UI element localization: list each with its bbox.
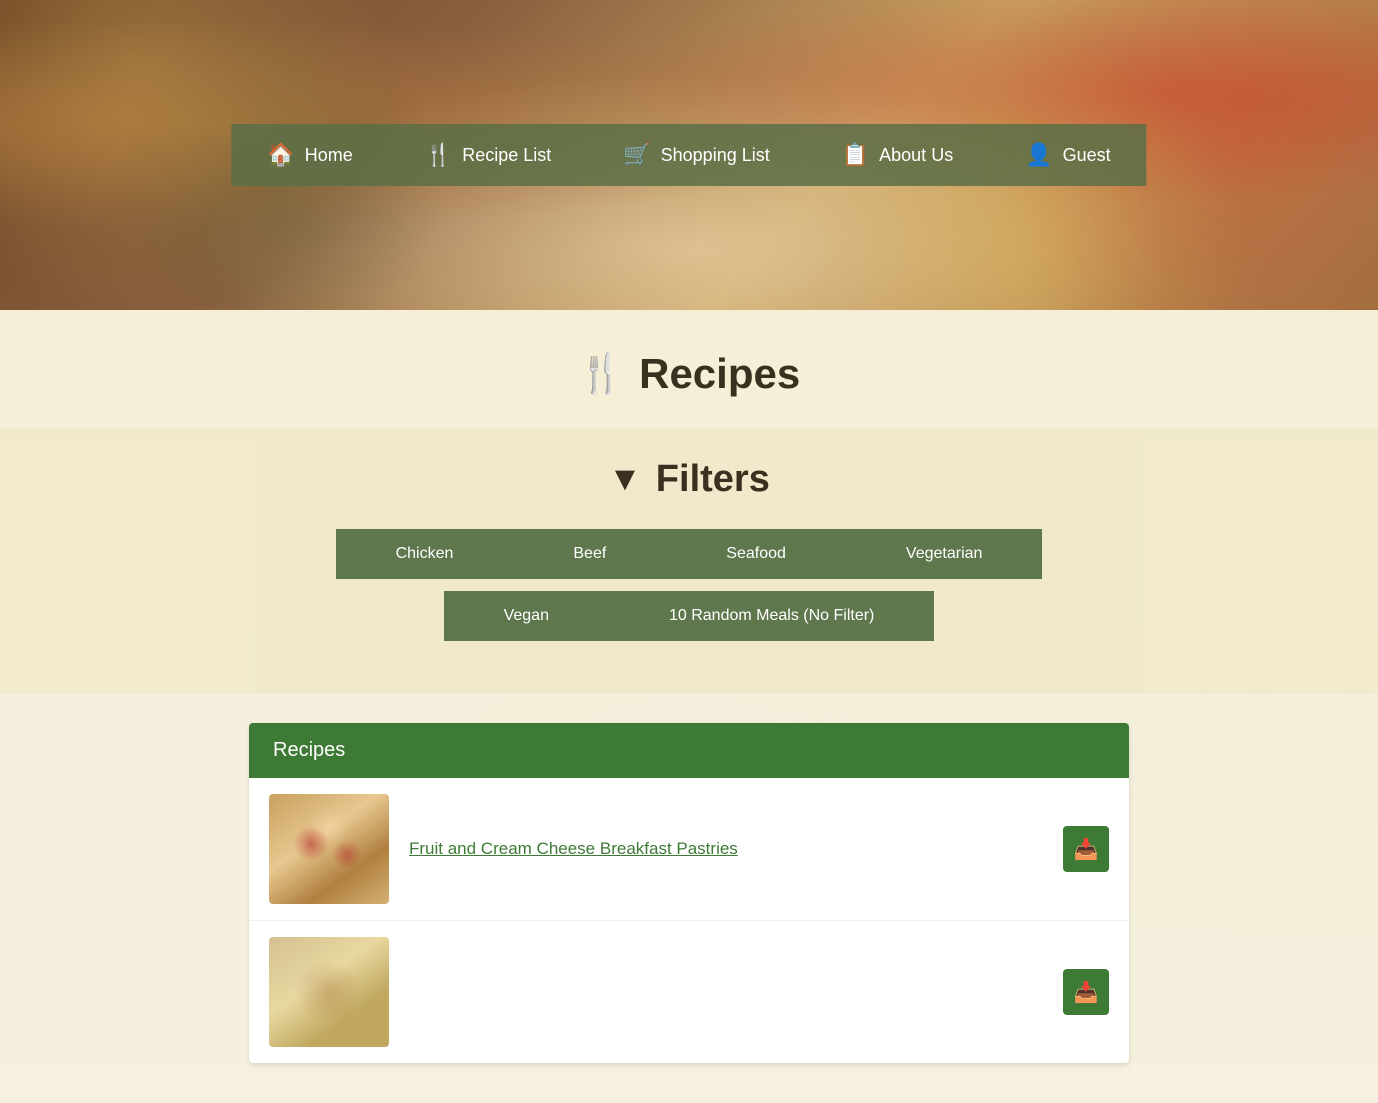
filters-heading-text: Filters	[656, 458, 770, 501]
about-icon: 📋	[842, 142, 869, 168]
filter-icon: ▼	[608, 460, 642, 499]
filter-beef[interactable]: Beef	[513, 529, 666, 579]
nav-about-us[interactable]: 📋 About Us	[806, 124, 989, 186]
nav-guest[interactable]: 👤 Guest	[989, 124, 1146, 186]
filter-chicken[interactable]: Chicken	[336, 529, 514, 579]
recipes-heading-text: Recipes	[639, 350, 800, 398]
recipes-main-heading: 🍴 Recipes	[20, 350, 1358, 398]
nav-guest-label: Guest	[1063, 145, 1111, 166]
filter-row-1: Chicken Beef Seafood Vegetarian	[20, 529, 1358, 579]
recipes-heading-section: 🍴 Recipes	[0, 310, 1378, 428]
page-content: 🍴 Recipes ▼ Filters Chicken Beef Seafood…	[0, 310, 1378, 1063]
nav-home-label: Home	[305, 145, 353, 166]
filter-vegan[interactable]: Vegan	[444, 591, 609, 641]
recipes-card: Recipes Fruit and Cream Cheese Breakfast…	[249, 723, 1129, 1063]
nav-shopping-list[interactable]: 🛒 Shopping List	[587, 124, 806, 186]
filter-vegetarian[interactable]: Vegetarian	[846, 529, 1043, 579]
main-navigation: 🏠 Home 🍴 Recipe List 🛒 Shopping List 📋 A…	[231, 124, 1146, 186]
recipe-row: 📥	[249, 921, 1129, 1063]
recipe-thumbnail-2	[269, 937, 389, 1047]
fork-icon: 🍴	[425, 142, 452, 168]
filters-heading: ▼ Filters	[20, 458, 1358, 501]
nav-recipe-list[interactable]: 🍴 Recipe List	[389, 124, 587, 186]
home-icon: 🏠	[267, 142, 294, 168]
nav-shopping-list-label: Shopping List	[661, 145, 770, 166]
recipes-card-title: Recipes	[273, 739, 345, 761]
recipe-row: Fruit and Cream Cheese Breakfast Pastrie…	[249, 778, 1129, 921]
add-to-list-icon-1: 📥	[1074, 837, 1099, 862]
filters-section: ▼ Filters Chicken Beef Seafood Vegetaria…	[0, 428, 1378, 693]
recipe-link-1[interactable]: Fruit and Cream Cheese Breakfast Pastrie…	[409, 839, 1043, 859]
cart-icon: 🛒	[623, 142, 650, 168]
user-icon: 👤	[1025, 142, 1052, 168]
add-to-list-button-2[interactable]: 📥	[1063, 969, 1109, 1015]
recipes-card-header: Recipes	[249, 723, 1129, 778]
add-to-list-button-1[interactable]: 📥	[1063, 826, 1109, 872]
add-to-list-icon-2: 📥	[1074, 980, 1099, 1005]
filter-row-2: Vegan 10 Random Meals (No Filter)	[20, 591, 1358, 641]
hero-banner: 🏠 Home 🍴 Recipe List 🛒 Shopping List 📋 A…	[0, 0, 1378, 310]
recipes-fork-icon: 🍴	[578, 352, 625, 396]
nav-recipe-list-label: Recipe List	[462, 145, 551, 166]
nav-home[interactable]: 🏠 Home	[231, 124, 388, 186]
filter-seafood[interactable]: Seafood	[666, 529, 846, 579]
recipe-thumbnail-1	[269, 794, 389, 904]
recipes-list-section: Recipes Fruit and Cream Cheese Breakfast…	[229, 723, 1149, 1063]
filter-random[interactable]: 10 Random Meals (No Filter)	[609, 591, 934, 641]
nav-about-us-label: About Us	[879, 145, 953, 166]
